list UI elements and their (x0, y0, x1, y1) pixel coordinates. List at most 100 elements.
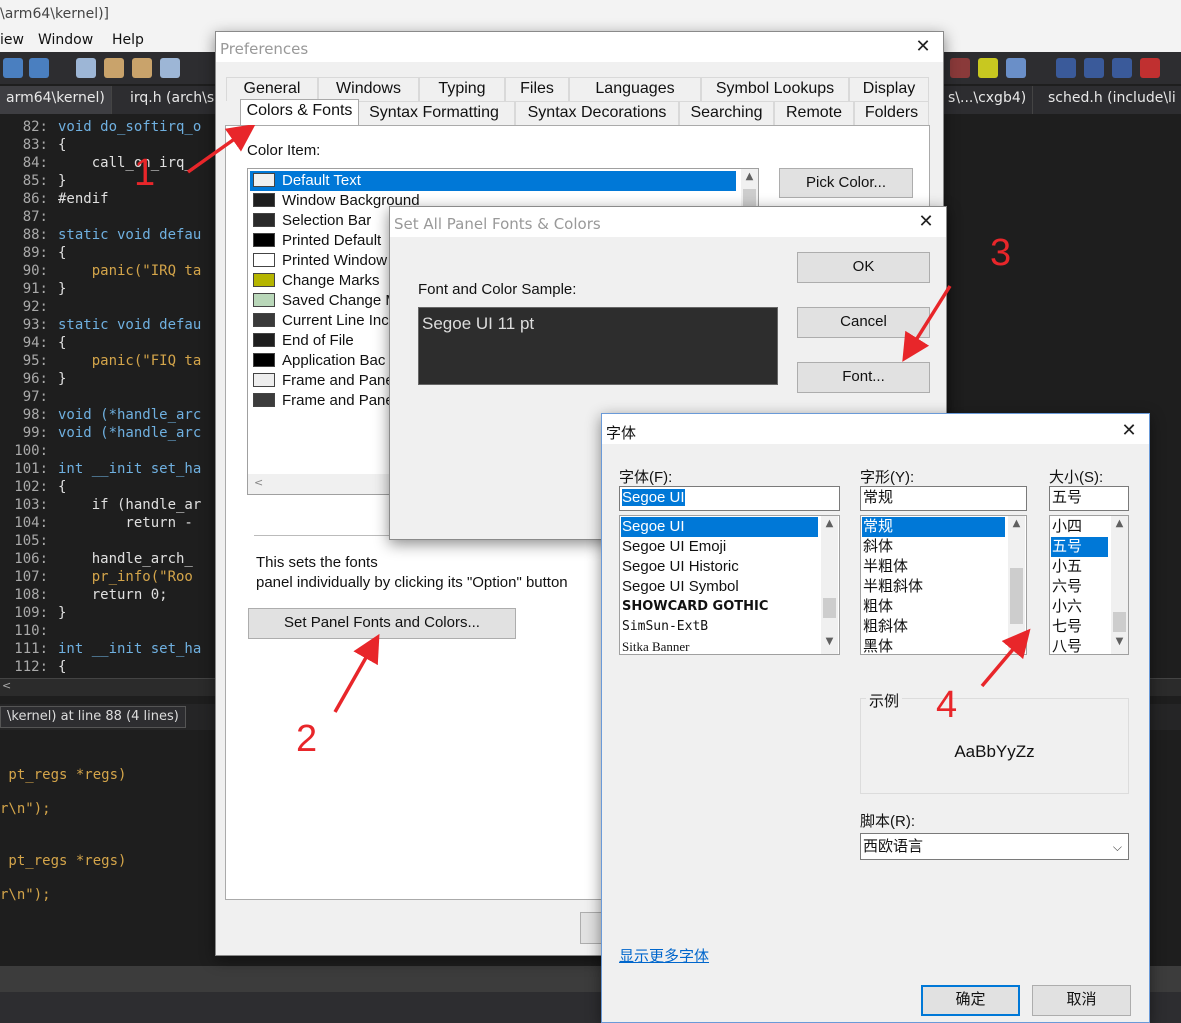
size-option[interactable]: 六号 (1051, 577, 1108, 597)
scroll-down-icon[interactable]: ▼ (1111, 636, 1128, 647)
color-swatch (253, 393, 275, 407)
menu-window[interactable]: Window (38, 32, 93, 48)
pick-color-button[interactable]: Pick Color... (779, 168, 913, 198)
style-option[interactable]: 斜体 (862, 537, 1005, 557)
size-option[interactable]: 小六 (1051, 597, 1108, 617)
code-text: void (*handle_arc (58, 407, 202, 423)
tab-sched-h[interactable]: sched.h (include\li (1042, 86, 1181, 114)
size-option[interactable]: 八号 (1051, 637, 1108, 654)
tab-remote[interactable]: Remote (774, 101, 854, 125)
tab-general[interactable]: General (226, 77, 318, 101)
font-size-list[interactable]: 小四 五号 小五 六号 小六 七号 八号 ▲ ▼ (1049, 515, 1129, 655)
style-option[interactable]: 半粗体 (862, 557, 1005, 577)
cancel-button[interactable]: 取消 (1032, 985, 1131, 1016)
bookmark-icon[interactable] (1056, 58, 1076, 78)
font-sample-text: AaBbYyZz (954, 742, 1035, 761)
font-size-input[interactable]: 五号 (1049, 486, 1129, 511)
menu-help[interactable]: Help (112, 32, 144, 48)
line-number: 87: (22, 209, 48, 225)
jump-down-icon[interactable] (132, 58, 152, 78)
tab-irq-c[interactable]: arm64\kernel) (0, 86, 112, 114)
redo-icon[interactable] (29, 58, 49, 78)
reference-line[interactable]: pt_regs *regs) (0, 766, 126, 784)
tab-languages[interactable]: Languages (569, 77, 701, 101)
font-option[interactable]: Segoe UI Historic (621, 557, 818, 577)
style-list-scrollbar[interactable]: ▲ ▼ (1008, 516, 1025, 654)
tab-folders[interactable]: Folders (854, 101, 929, 125)
tab-windows[interactable]: Windows (318, 77, 419, 101)
font-style-input[interactable]: 常规 (860, 486, 1027, 511)
bookmark-prev-icon[interactable] (1112, 58, 1132, 78)
size-option[interactable]: 五号 (1051, 537, 1108, 557)
scroll-up-icon[interactable]: ▲ (821, 518, 838, 529)
font-option[interactable]: Segoe UI Emoji (621, 537, 818, 557)
size-option[interactable]: 七号 (1051, 617, 1108, 637)
menu-view[interactable]: iew (0, 32, 24, 48)
color-item-label: End of File (282, 332, 354, 349)
font-family-input[interactable]: Segoe UI (619, 486, 840, 511)
close-icon[interactable]: ✕ (916, 211, 936, 232)
set-panel-fonts-button[interactable]: Set Panel Fonts and Colors... (248, 608, 516, 639)
line-number: 91: (22, 281, 48, 297)
scroll-up-icon[interactable]: ▲ (1111, 518, 1128, 529)
style-option[interactable]: 黑体 (862, 637, 1005, 654)
show-more-fonts-link[interactable]: 显示更多字体 (619, 945, 709, 966)
reference-line[interactable]: r\n"); (0, 800, 51, 818)
size-option[interactable]: 小四 (1051, 517, 1108, 537)
table-icon[interactable] (1006, 58, 1026, 78)
scroll-up-icon[interactable]: ▲ (741, 171, 758, 182)
style-option[interactable]: 半粗斜体 (862, 577, 1005, 597)
size-list-scrollbar[interactable]: ▲ ▼ (1111, 516, 1128, 654)
close-icon[interactable]: ✕ (913, 36, 933, 57)
font-option[interactable]: Sitka Banner (621, 637, 818, 654)
ok-button[interactable]: OK (797, 252, 930, 283)
undo-icon[interactable] (3, 58, 23, 78)
script-select[interactable]: 西欧语言 ⌵ (860, 833, 1129, 860)
tab-syntax-decorations[interactable]: Syntax Decorations (515, 101, 679, 125)
font-list-scrollbar[interactable]: ▲ ▼ (821, 516, 838, 654)
style-option[interactable]: 粗斜体 (862, 617, 1005, 637)
close-icon[interactable]: ✕ (1119, 420, 1139, 441)
color-item[interactable]: Default Text (250, 171, 736, 191)
scroll-up-icon[interactable]: ▲ (1008, 518, 1025, 529)
tab-display[interactable]: Display (849, 77, 929, 101)
code-text: { (58, 245, 67, 261)
reference-line[interactable]: pt_regs *regs) (0, 852, 126, 870)
search-icon[interactable] (76, 58, 96, 78)
cancel-button[interactable]: Cancel (797, 307, 930, 338)
size-option[interactable]: 小五 (1051, 557, 1108, 577)
color-item-label: Frame and Pane (282, 392, 394, 409)
clear-bookmarks-icon[interactable] (1140, 58, 1160, 78)
font-option[interactable]: Segoe UI (621, 517, 818, 537)
browse-icon[interactable] (160, 58, 180, 78)
bug-icon[interactable] (950, 58, 970, 78)
tab-typing[interactable]: Typing (419, 77, 505, 101)
tab-syntax-formatting[interactable]: Syntax Formatting (353, 101, 515, 125)
font-style-list[interactable]: 常规 斜体 半粗体 半粗斜体 粗体 粗斜体 黑体 ▲ ▼ (860, 515, 1027, 655)
tab-colors-fonts[interactable]: Colors & Fonts (240, 99, 359, 125)
tab-cxgb4[interactable]: s\...\cxgb4) (942, 86, 1034, 114)
grid-icon[interactable] (978, 58, 998, 78)
style-option[interactable]: 粗体 (862, 597, 1005, 617)
ok-button[interactable]: 确定 (921, 985, 1020, 1016)
font-button[interactable]: Font... (797, 362, 930, 393)
code-line: 101: int __init set_ha (0, 460, 201, 478)
color-swatch (253, 333, 275, 347)
reference-tab[interactable]: \kernel) at line 88 (4 lines) (0, 706, 186, 728)
tab-irq-h[interactable]: irq.h (arch\s (124, 86, 222, 114)
font-option[interactable]: SHOWCARD GOTHIC (621, 597, 818, 617)
reference-line[interactable]: r\n"); (0, 886, 51, 904)
tab-searching[interactable]: Searching (679, 101, 774, 125)
code-line: 103: if (handle_ar (0, 496, 201, 514)
bookmark-next-icon[interactable] (1084, 58, 1104, 78)
font-option[interactable]: SimSun-ExtB (621, 617, 818, 637)
style-option[interactable]: 常规 (862, 517, 1005, 537)
tab-files[interactable]: Files (505, 77, 569, 101)
jump-icon[interactable] (104, 58, 124, 78)
scroll-down-icon[interactable]: ▼ (821, 636, 838, 647)
code-editor[interactable]: 82: void do_softirq_o 83: {84: call_on_irq_… (0, 114, 216, 678)
font-option[interactable]: Segoe UI Symbol (621, 577, 818, 597)
tab-symbol-lookups[interactable]: Symbol Lookups (701, 77, 849, 101)
scroll-down-icon[interactable]: ▼ (1008, 636, 1025, 647)
font-family-list[interactable]: Segoe UI Segoe UI Emoji Segoe UI Historic S… (619, 515, 840, 655)
